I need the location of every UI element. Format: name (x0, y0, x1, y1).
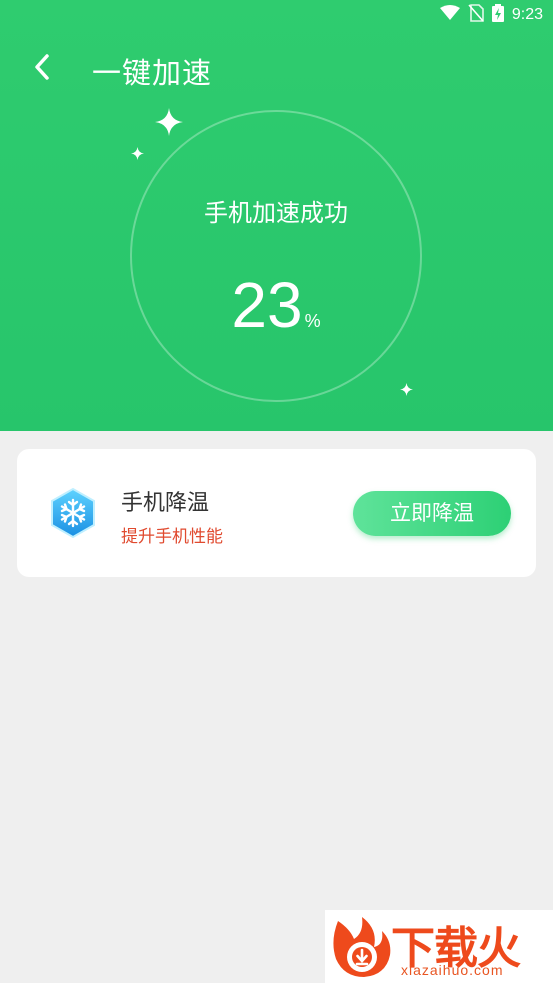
sparkle-icon (400, 383, 413, 396)
snowflake-icon (48, 487, 98, 539)
sparkle-icon (155, 108, 183, 136)
cool-now-button[interactable]: 立即降温 (353, 491, 511, 536)
card-title: 手机降温 (121, 491, 210, 516)
watermark-url: xiazaihuo.com (401, 962, 504, 978)
percent-display: 23% (130, 268, 422, 342)
status-icons: 9:23 (439, 4, 543, 26)
card-subtitle: 提升手机性能 (121, 527, 223, 547)
status-bar: 9:23 (0, 0, 553, 30)
flame-logo-icon (333, 917, 391, 977)
wifi-icon (439, 5, 460, 25)
page-title: 一键加速 (92, 56, 213, 90)
back-button[interactable] (26, 52, 60, 86)
progress-ring (130, 110, 422, 402)
status-time: 9:23 (511, 6, 543, 23)
sparkle-icon (131, 147, 144, 160)
no-sim-icon (468, 4, 484, 26)
battery-charging-icon (491, 4, 504, 26)
percent-unit: % (304, 311, 321, 331)
percent-value: 23 (231, 269, 303, 341)
chevron-left-icon (33, 53, 53, 85)
result-title: 手机加速成功 (204, 199, 348, 227)
header-background: 9:23 一键加速 手机加速成功 23% (0, 0, 553, 431)
cool-down-card: 手机降温 提升手机性能 立即降温 (17, 449, 536, 577)
watermark-logo: 下载火 xiazaihuo.com (325, 910, 553, 983)
